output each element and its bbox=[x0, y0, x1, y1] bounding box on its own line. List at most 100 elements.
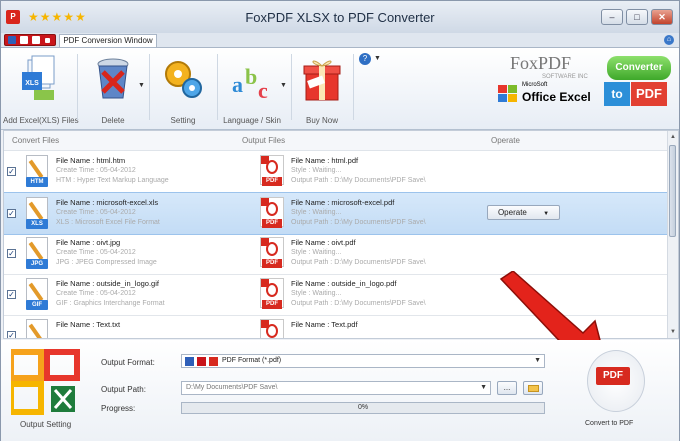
source-file-type: HTM : Hyper Text Markup Language bbox=[56, 177, 169, 184]
to-text: to bbox=[604, 82, 630, 106]
table-row[interactable]: ✓ XLS File Name : microsoft-excel.xls Cr… bbox=[4, 192, 668, 235]
row-checkbox[interactable]: ✓ bbox=[7, 209, 16, 218]
ribbon-separator bbox=[217, 54, 218, 120]
title-bar[interactable]: P ★★★★★ FoxPDF XLSX to PDF Converter – □… bbox=[1, 1, 679, 33]
help-dropdown-icon[interactable]: ▼ bbox=[374, 55, 381, 62]
convert-to-pdf-button[interactable]: PDF bbox=[587, 350, 645, 412]
output-style: Style : Waiting... bbox=[291, 167, 342, 174]
output-path-input[interactable]: D:\My Documents\PDF Save\ ▼ bbox=[181, 381, 491, 395]
ribbon-toolbar: XLS Add Excel(XLS) Files Delete ▼ Settin… bbox=[1, 48, 679, 130]
add-excel-files-label: Add Excel(XLS) Files bbox=[3, 116, 79, 125]
open-folder-button[interactable] bbox=[523, 381, 543, 395]
output-file-name: File Name : html.pdf bbox=[291, 156, 359, 165]
output-path: Output Path : D:\My Documents\PDF Save\ bbox=[291, 259, 426, 266]
tab-row: PDF Conversion Window ⌂ bbox=[1, 33, 679, 48]
delete-label: Delete bbox=[101, 116, 125, 125]
row-checkbox[interactable]: ✓ bbox=[7, 331, 16, 338]
tab-pdf-conversion-window[interactable]: PDF Conversion Window bbox=[59, 34, 157, 47]
source-create-time: Create Time : 05-04-2012 bbox=[56, 290, 136, 297]
to-pdf-badge: to PDF bbox=[604, 82, 668, 106]
source-file-name: File Name : oivt.jpg bbox=[56, 238, 121, 247]
window-title: FoxPDF XLSX to PDF Converter bbox=[245, 10, 435, 25]
output-setting-label: Output Setting bbox=[20, 420, 72, 429]
converter-badge: Converter bbox=[607, 56, 671, 80]
scroll-up-icon[interactable]: ▲ bbox=[668, 132, 678, 142]
language-skin-label: Language / Skin bbox=[223, 116, 281, 125]
microsoft-text: MicroSoft bbox=[522, 82, 548, 88]
add-excel-files-button[interactable]: XLS Add Excel(XLS) Files bbox=[3, 52, 79, 128]
output-path: Output Path : D:\My Documents\PDF Save\ bbox=[291, 300, 426, 307]
source-create-time: Create Time : 05-04-2012 bbox=[56, 209, 136, 216]
grid-scrollbar[interactable]: ▲ ▼ bbox=[667, 131, 678, 338]
convert-to-pdf-label: Convert to PDF bbox=[585, 420, 634, 427]
source-file-name: File Name : outside_in_logo.gif bbox=[56, 279, 159, 288]
ribbon-separator bbox=[149, 54, 150, 120]
chevron-down-icon bbox=[45, 38, 50, 43]
home-icon[interactable]: ⌂ bbox=[664, 35, 674, 45]
chevron-down-icon[interactable]: ▼ bbox=[480, 384, 487, 391]
excel-file-icon: XLS bbox=[22, 55, 55, 100]
output-style: Style : Waiting... bbox=[291, 290, 342, 297]
folder-icon bbox=[528, 385, 539, 392]
header-output-files: Output Files bbox=[242, 136, 286, 145]
row-checkbox[interactable]: ✓ bbox=[7, 290, 16, 299]
source-create-time: Create Time : 05-04-2012 bbox=[56, 167, 136, 174]
pdf-convert-icon: PDF bbox=[596, 367, 630, 385]
ribbon-separator bbox=[353, 54, 354, 120]
source-create-time: Create Time : 05-04-2012 bbox=[56, 249, 136, 256]
close-button[interactable]: ✕ bbox=[651, 9, 673, 25]
ribbon-separator bbox=[291, 54, 292, 120]
operate-label: Operate bbox=[497, 208, 527, 217]
quick-access-icon[interactable] bbox=[4, 34, 56, 46]
source-file-icon: TXT bbox=[22, 319, 52, 338]
setting-label: Setting bbox=[170, 116, 196, 125]
pdf-mini-icon bbox=[32, 36, 40, 44]
source-file-type: GIF : Graphics Interchange Format bbox=[56, 300, 165, 307]
pdf-file-icon: PDF bbox=[258, 319, 286, 338]
excel-mini-icon bbox=[8, 36, 16, 44]
scrollbar-thumb[interactable] bbox=[669, 145, 676, 237]
header-operate: Operate bbox=[491, 136, 520, 145]
source-file-type: XLS : Microsoft Excel File Format bbox=[56, 219, 160, 226]
language-skin-button[interactable]: a b c Language / Skin bbox=[219, 52, 285, 128]
progress-value: 0% bbox=[357, 404, 369, 411]
output-format-label: Output Format: bbox=[101, 358, 155, 367]
delete-dropdown-icon[interactable]: ▼ bbox=[138, 82, 145, 89]
output-file-name: File Name : microsoft-excel.pdf bbox=[291, 198, 395, 207]
chevron-down-icon: ▼ bbox=[543, 211, 550, 217]
setting-button[interactable]: Setting bbox=[151, 52, 215, 128]
source-file-icon: HTM bbox=[22, 155, 52, 189]
progress-bar: 0% bbox=[181, 402, 545, 414]
scroll-down-icon[interactable]: ▼ bbox=[668, 327, 678, 337]
svg-text:c: c bbox=[258, 78, 268, 103]
output-file-name: File Name : Text.pdf bbox=[291, 320, 358, 329]
pdf-file-icon: PDF bbox=[258, 197, 286, 231]
ribbon-separator bbox=[77, 54, 78, 120]
buy-now-button[interactable]: Buy Now bbox=[293, 52, 351, 128]
row-checkbox[interactable]: ✓ bbox=[7, 249, 16, 258]
buy-now-label: Buy Now bbox=[305, 116, 338, 125]
operate-dropdown-button[interactable]: Operate ▼ bbox=[487, 205, 560, 220]
office-excel-logo-icon bbox=[11, 349, 80, 415]
output-path: Output Path : D:\My Documents\PDF Save\ bbox=[291, 219, 426, 226]
chevron-down-icon[interactable]: ▼ bbox=[534, 357, 541, 364]
svg-text:b: b bbox=[245, 64, 257, 89]
source-file-name: File Name : Text.txt bbox=[56, 320, 121, 329]
row-checkbox[interactable]: ✓ bbox=[7, 167, 16, 176]
foxpdf-logo: FoxPDF SOFTWARE INC MicroSoft Office Exc… bbox=[498, 53, 593, 107]
source-file-icon: JPG bbox=[22, 237, 52, 271]
svg-text:a: a bbox=[232, 72, 243, 97]
minimize-button[interactable]: – bbox=[601, 9, 623, 25]
table-row[interactable]: ✓ HTM File Name : html.htm Create Time :… bbox=[4, 151, 668, 193]
help-icon[interactable]: ? bbox=[359, 53, 371, 65]
table-row[interactable]: ✓ JPG File Name : oivt.jpg Create Time :… bbox=[4, 233, 668, 275]
delete-button[interactable]: Delete bbox=[81, 52, 145, 128]
output-path-value: D:\My Documents\PDF Save\ bbox=[186, 384, 278, 391]
maximize-button[interactable]: □ bbox=[626, 9, 648, 25]
browse-button[interactable]: ... bbox=[497, 381, 517, 395]
foxpdf-brand-sub: SOFTWARE INC bbox=[542, 74, 588, 80]
output-format-select[interactable]: PDF Format (*.pdf) ▼ bbox=[181, 354, 545, 368]
foxpdf-brand-text: FoxPDF bbox=[510, 53, 572, 73]
svg-text:XLS: XLS bbox=[25, 80, 39, 87]
language-dropdown-icon[interactable]: ▼ bbox=[280, 82, 287, 89]
